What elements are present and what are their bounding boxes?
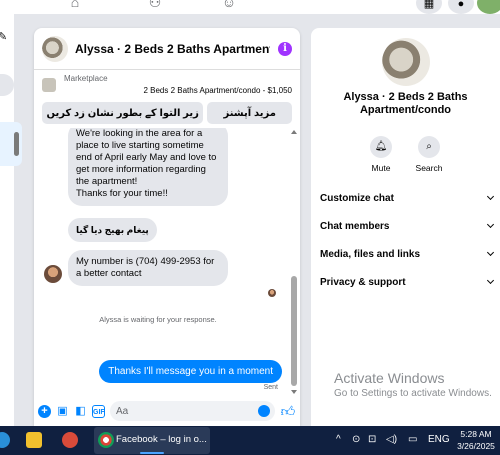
home-icon[interactable]: ⌂: [66, 0, 84, 10]
listing-thumbnail: [42, 78, 56, 92]
message-input-placeholder: Aa: [116, 405, 129, 417]
friends-icon[interactable]: ⚇: [146, 0, 164, 10]
activation-watermark: Activate Windows Go to Settings to activ…: [334, 370, 492, 399]
chat-window: Alyssa · 2 Beds 2 Baths Apartment/... i …: [34, 28, 300, 426]
menu-grid-icon[interactable]: ▦: [416, 0, 442, 14]
message-composer: + ▣ ◧ GIF Aa 👍︎: [34, 396, 300, 426]
profile-avatar[interactable]: [477, 0, 500, 14]
image-icon[interactable]: ▣: [56, 405, 69, 418]
marketplace-label: Marketplace: [64, 74, 108, 83]
app-icon[interactable]: [62, 432, 78, 448]
row-label: Privacy & support: [320, 276, 406, 288]
search-icon: ⌕: [418, 136, 440, 158]
row-media-files-links[interactable]: Media, files and links: [320, 244, 496, 264]
chat-title[interactable]: Alyssa · 2 Beds 2 Baths Apartment/...: [75, 42, 270, 56]
clock-date: 3/26/2025: [457, 441, 495, 451]
listing-avatar[interactable]: [42, 35, 68, 62]
plus-icon[interactable]: +: [38, 404, 51, 418]
mark-pending-button[interactable]: زیر التوا کے بطور نشان زد کریں: [42, 102, 204, 124]
sender-avatar[interactable]: [44, 265, 62, 283]
mute-label: Mute: [371, 163, 391, 173]
row-label: Media, files and links: [320, 248, 421, 260]
listing-description: 2 Beds 2 Baths Apartment/condo - $1,050: [143, 86, 292, 95]
info-icon[interactable]: i: [278, 41, 292, 56]
mute-button[interactable]: 🔔︎ Mute: [361, 136, 401, 173]
row-label: Chat members: [320, 220, 390, 232]
file-explorer-icon[interactable]: [26, 432, 42, 448]
bell-icon: 🔔︎: [370, 136, 392, 158]
row-customize-chat[interactable]: Customize chat: [320, 188, 496, 208]
more-options-button[interactable]: مزید آپشنز: [207, 102, 292, 124]
message-status: Sent: [263, 384, 278, 391]
top-navigation-bar: ⌂ ⚇ ☺ ▦ ●: [0, 0, 500, 14]
listing-actions: زیر التوا کے بطور نشان زد کریں مزید آپشن…: [34, 100, 300, 124]
chevron-down-icon: [486, 192, 495, 201]
tray-overflow-icon[interactable]: ^: [336, 434, 341, 445]
conversation-name: Alyssa · 2 Beds 2 Baths Apartment/condo: [343, 91, 468, 116]
groups-icon[interactable]: ☺: [220, 0, 238, 10]
sticker-icon[interactable]: ◧: [74, 405, 87, 418]
chat-header: Alyssa · 2 Beds 2 Baths Apartment/... i: [34, 28, 300, 70]
chrome-icon: [98, 432, 114, 448]
like-icon[interactable]: 👍︎: [280, 403, 296, 420]
message-bubble-inquiry: We're looking in the area for a place to…: [68, 128, 228, 206]
emoji-icon[interactable]: [258, 405, 270, 417]
conversation-avatar: [382, 38, 430, 86]
search-button[interactable]: ⌕ Search: [409, 136, 449, 173]
row-label: Customize chat: [320, 192, 394, 204]
chevron-down-icon: [486, 248, 495, 257]
gif-icon[interactable]: GIF: [92, 404, 105, 418]
compose-icon[interactable]: ✎: [0, 30, 7, 43]
sidebar-scrollbar[interactable]: [0, 122, 22, 166]
clock[interactable]: 5:28 AM 3/26/2025: [452, 428, 500, 452]
tray-icon[interactable]: ⊙: [352, 434, 360, 445]
row-chat-members[interactable]: Chat members: [320, 216, 496, 236]
language-indicator[interactable]: ENG: [428, 434, 450, 445]
sidebar-search-pill[interactable]: [0, 74, 14, 96]
keyboard-icon[interactable]: ▭: [408, 434, 417, 445]
windows-taskbar: Facebook – log in o... ^ ⊙ ⊡ ◁) ▭ ENG 5:…: [0, 426, 500, 455]
volume-icon[interactable]: ◁): [386, 434, 397, 445]
chat-scrollbar[interactable]: [290, 128, 298, 396]
chevron-down-icon: [486, 220, 495, 229]
watermark-title: Activate Windows: [334, 370, 445, 386]
network-icon[interactable]: ⊡: [368, 434, 376, 445]
waiting-notice: Alyssa is waiting for your response.: [99, 315, 217, 324]
message-bubble-outgoing: Thanks I'll message you in a moment: [99, 360, 282, 383]
left-sidebar: ✎: [0, 14, 14, 426]
message-input[interactable]: Aa: [110, 401, 275, 421]
chat-details-panel: Alyssa · 2 Beds 2 Baths Apartment/condo …: [311, 28, 500, 426]
search-label: Search: [415, 163, 443, 173]
clock-time: 5:28 AM: [460, 429, 492, 439]
seen-receipt-avatar: [268, 289, 276, 297]
marketplace-listing-bar[interactable]: Marketplace 2 Beds 2 Baths Apartment/con…: [34, 70, 300, 100]
chevron-down-icon: [486, 276, 495, 285]
edge-icon[interactable]: [0, 432, 10, 448]
taskbar-label-facebook: Facebook – log in o...: [116, 434, 207, 445]
row-privacy-support[interactable]: Privacy & support: [320, 272, 496, 292]
watermark-subtitle: Go to Settings to activate Windows.: [334, 388, 492, 399]
message-bubble-phone: My number is (704) 499-2953 for a better…: [68, 250, 228, 286]
message-bubble-sent-notice: پیغام بھیج دیا گیا: [68, 218, 157, 242]
message-list: We're looking in the area for a place to…: [34, 128, 300, 396]
notifications-icon[interactable]: ●: [448, 0, 474, 14]
